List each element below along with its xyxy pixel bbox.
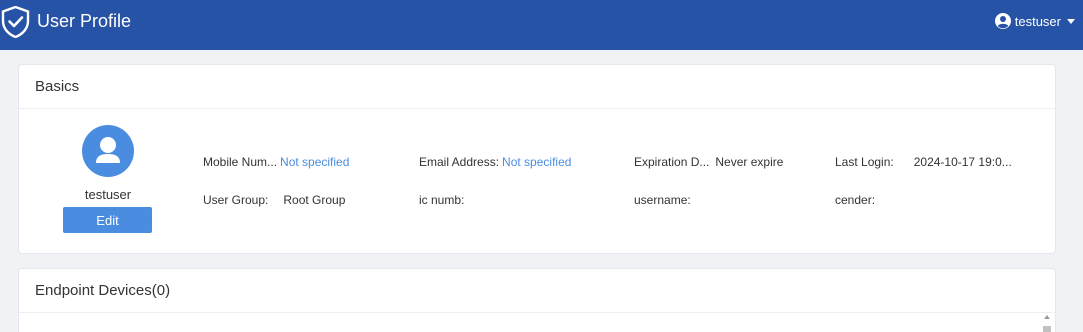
shield-check-icon: [1, 6, 30, 38]
user-circle-icon: [994, 13, 1011, 29]
mobile-value[interactable]: Not specified: [280, 155, 349, 169]
last-login-field: Last Login: 2024-10-17 19:0...: [835, 155, 1012, 169]
user-menu[interactable]: testuser: [994, 11, 1075, 31]
user-menu-name: testuser: [1014, 13, 1061, 29]
last-login-label: Last Login:: [835, 155, 894, 169]
app-title: User Profile: [37, 11, 132, 31]
ic-label: ic numb:: [419, 193, 465, 207]
mobile-field: Mobile Num... Not specified: [203, 155, 349, 169]
user-group-field: User Group: Root Group: [203, 193, 345, 207]
email-field: Email Address: Not specified: [419, 155, 571, 169]
user-group-value: Root Group: [283, 193, 346, 207]
username-label: username:: [634, 193, 691, 207]
gender-label: cender:: [835, 193, 876, 207]
gender-field: cender:: [835, 193, 875, 207]
top-bar: User Profile testuser: [0, 0, 1083, 50]
avatar: [82, 125, 134, 177]
ic-field: ic numb:: [419, 193, 464, 207]
scrollbar[interactable]: [1040, 312, 1054, 332]
endpoint-devices-title: Endpoint Devices(0): [19, 269, 1055, 313]
person-icon: [96, 137, 120, 163]
expiration-label: Expiration D...: [634, 155, 710, 169]
edit-button[interactable]: Edit: [63, 207, 152, 233]
email-value[interactable]: Not specified: [502, 155, 571, 169]
expiration-field: Expiration D... Never expire: [634, 155, 783, 169]
avatar-username: testuser: [84, 187, 132, 202]
scroll-thumb[interactable]: [1043, 326, 1051, 332]
mobile-label: Mobile Num...: [203, 155, 278, 169]
basics-card: Basics testuser Edit Mobile Num... Not sp…: [18, 64, 1056, 254]
expiration-value: Never expire: [715, 155, 784, 169]
user-group-label: User Group:: [203, 193, 269, 207]
email-label: Email Address:: [419, 155, 500, 169]
last-login-value: 2024-10-17 19:0...: [913, 155, 1012, 169]
scroll-up-icon[interactable]: [1044, 315, 1050, 319]
username-field: username:: [634, 193, 691, 207]
basics-title: Basics: [19, 65, 1055, 109]
endpoint-devices-card: Endpoint Devices(0): [18, 268, 1056, 332]
caret-down-icon: [1067, 18, 1075, 24]
